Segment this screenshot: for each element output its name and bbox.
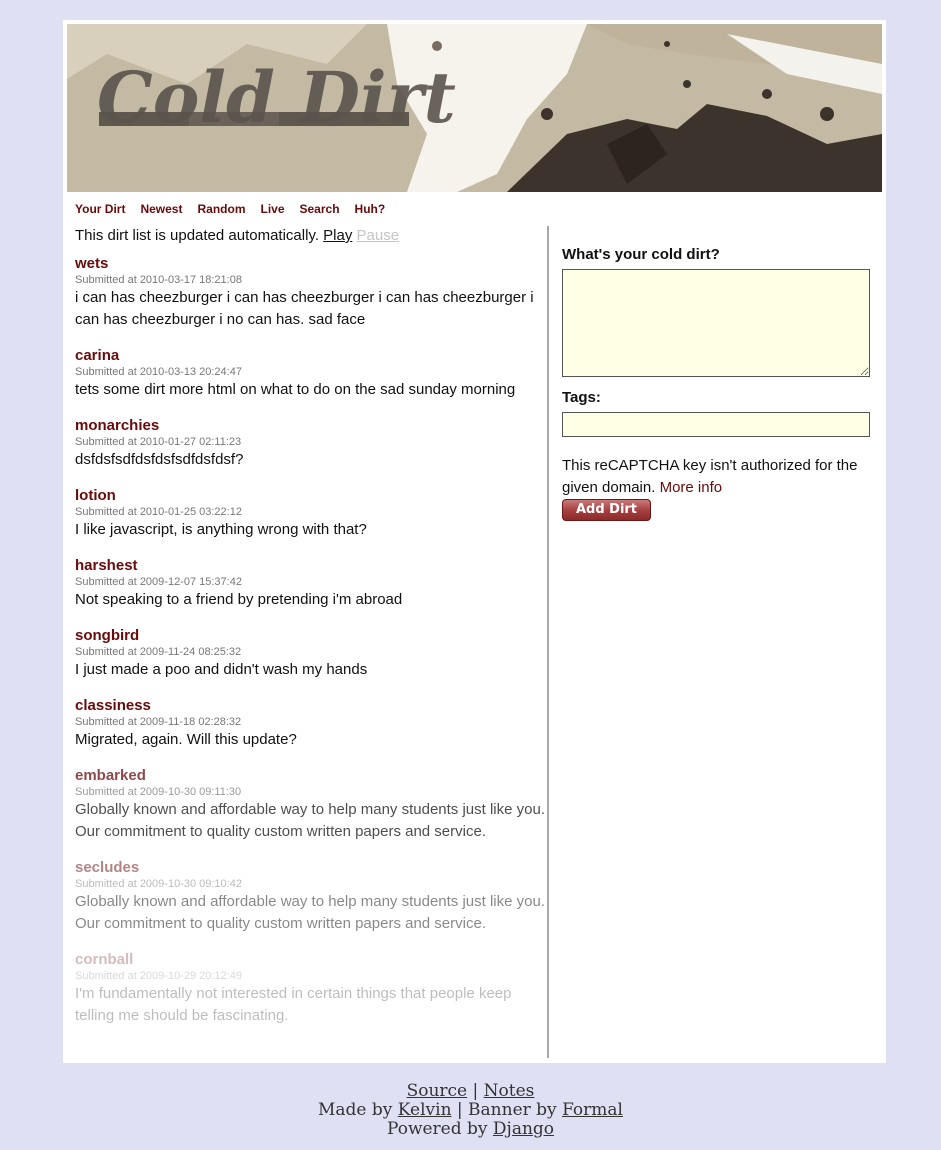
entry-text: tets some dirt more html on what to do o… [75,381,516,398]
footer-line-1: Source | Notes [0,1082,941,1101]
list-item: classiness Submitted at 2009-11-18 02:28:… [75,697,545,751]
entry-text: I'm fundamentally not interested in cert… [75,985,512,1024]
list-item: secludes Submitted at 2009-10-30 09:10:42… [75,859,545,935]
list-item: monarchies Submitted at 2010-01-27 02:11:… [75,417,545,471]
tags-label: Tags: [562,389,601,406]
site-banner[interactable]: Cold Dirt [67,24,882,192]
play-link[interactable]: Play [323,227,352,244]
footer-line-2: Made by Kelvin | Banner by Formal [0,1101,941,1120]
list-item: wets Submitted at 2010-03-17 18:21:08 i ca… [75,255,545,331]
captcha-more-info-link[interactable]: More info [660,479,723,496]
list-item: carina Submitted at 2010-03-13 20:24:47 te… [75,347,545,401]
dirt-textarea[interactable] [562,269,870,377]
status-text: This dirt list is updated automatically. [75,227,319,244]
entry-timestamp: Submitted at 2009-12-07 15:37:42 [75,576,242,588]
nav-live[interactable]: Live [260,202,284,216]
entry-text: i can has cheezburger i can has cheezbur… [75,289,534,328]
add-dirt-button[interactable]: Add Dirt [562,499,651,521]
entry-timestamp: Submitted at 2009-10-30 09:10:42 [75,878,242,890]
banner-image: Cold Dirt [67,24,882,192]
column-divider [547,226,549,1058]
nav-huh[interactable]: Huh? [355,202,386,216]
list-item: songbird Submitted at 2009-11-24 08:25:32… [75,627,545,681]
dirt-list: This dirt list is updated automatically.… [75,227,545,1043]
footer-banner-by: | Banner by [456,1100,557,1120]
tags-input[interactable] [562,412,870,437]
nav-random[interactable]: Random [197,202,245,216]
entry-text: I just made a poo and didn't wash my han… [75,661,368,678]
nav-newest[interactable]: Newest [140,202,182,216]
entry-text: Globally known and affordable way to hel… [75,893,545,932]
footer-source-link[interactable]: Source [407,1081,468,1101]
footer-powered-by: Powered by [386,1119,488,1139]
entry-timestamp: Submitted at 2009-11-24 08:25:32 [75,646,242,658]
submit-form: What's your cold dirt? Tags: This reCAPT… [562,246,872,521]
entry-timestamp: Submitted at 2010-01-27 02:11:23 [75,436,242,448]
entry-text: I like javascript, is anything wrong wit… [75,521,367,538]
list-item: embarked Submitted at 2009-10-30 09:11:30… [75,767,545,843]
nav-your-dirt[interactable]: Your Dirt [75,202,125,216]
footer-line-3: Powered by Django [0,1120,941,1139]
live-status: This dirt list is updated automatically.… [75,227,545,245]
entry-title-link[interactable]: embarked [75,767,545,785]
entry-title-link[interactable]: harshest [75,557,545,575]
footer-kelvin-link[interactable]: Kelvin [398,1100,452,1120]
pause-link[interactable]: Pause [357,227,400,244]
entries-list: wets Submitted at 2010-03-17 18:21:08 i ca… [75,255,545,1027]
footer-made-by: Made by [318,1100,393,1120]
entry-timestamp: Submitted at 2010-01-25 03:22:12 [75,506,242,518]
entry-title-link[interactable]: carina [75,347,545,365]
list-item: lotion Submitted at 2010-01-25 03:22:12 I … [75,487,545,541]
footer-formal-link[interactable]: Formal [562,1100,623,1120]
entry-text: dsfdsfsdfdsfdsfsdfdsfdsf? [75,451,244,468]
entry-title-link[interactable]: cornball [75,951,545,969]
nav-search[interactable]: Search [300,202,340,216]
entry-title-link[interactable]: monarchies [75,417,545,435]
entry-timestamp: Submitted at 2009-11-18 02:28:32 [75,716,242,728]
entry-timestamp: Submitted at 2010-03-13 20:24:47 [75,366,242,378]
page-footer: Source | Notes Made by Kelvin | Banner b… [0,1082,941,1139]
footer-notes-link[interactable]: Notes [484,1081,535,1101]
list-item: cornball Submitted at 2009-10-29 20:12:49… [75,951,545,1027]
main-nav: Your Dirt Newest Random Live Search Huh? [75,202,400,216]
entry-title-link[interactable]: secludes [75,859,545,877]
list-item: harshest Submitted at 2009-12-07 15:37:42… [75,557,545,611]
entry-title-link[interactable]: wets [75,255,545,273]
banner-logo-text: Cold Dirt [97,56,456,139]
entry-title-link[interactable]: songbird [75,627,545,645]
entry-timestamp: Submitted at 2009-10-29 20:12:49 [75,970,242,982]
captcha-notice: This reCAPTCHA key isn't authorized for … [562,455,872,499]
entry-timestamp: Submitted at 2010-03-17 18:21:08 [75,274,242,286]
dirt-label: What's your cold dirt? [562,246,720,263]
entry-timestamp: Submitted at 2009-10-30 09:11:30 [75,786,242,798]
footer-separator: | [472,1081,479,1101]
page-container: Cold Dirt Your Dirt Newest Random Live Searc… [63,20,886,1063]
entry-text: Globally known and affordable way to hel… [75,801,545,840]
entry-text: Not speaking to a friend by pretending i… [75,591,403,608]
footer-django-link[interactable]: Django [493,1119,554,1139]
entry-title-link[interactable]: classiness [75,697,545,715]
entry-title-link[interactable]: lotion [75,487,545,505]
entry-text: Migrated, again. Will this update? [75,731,297,748]
